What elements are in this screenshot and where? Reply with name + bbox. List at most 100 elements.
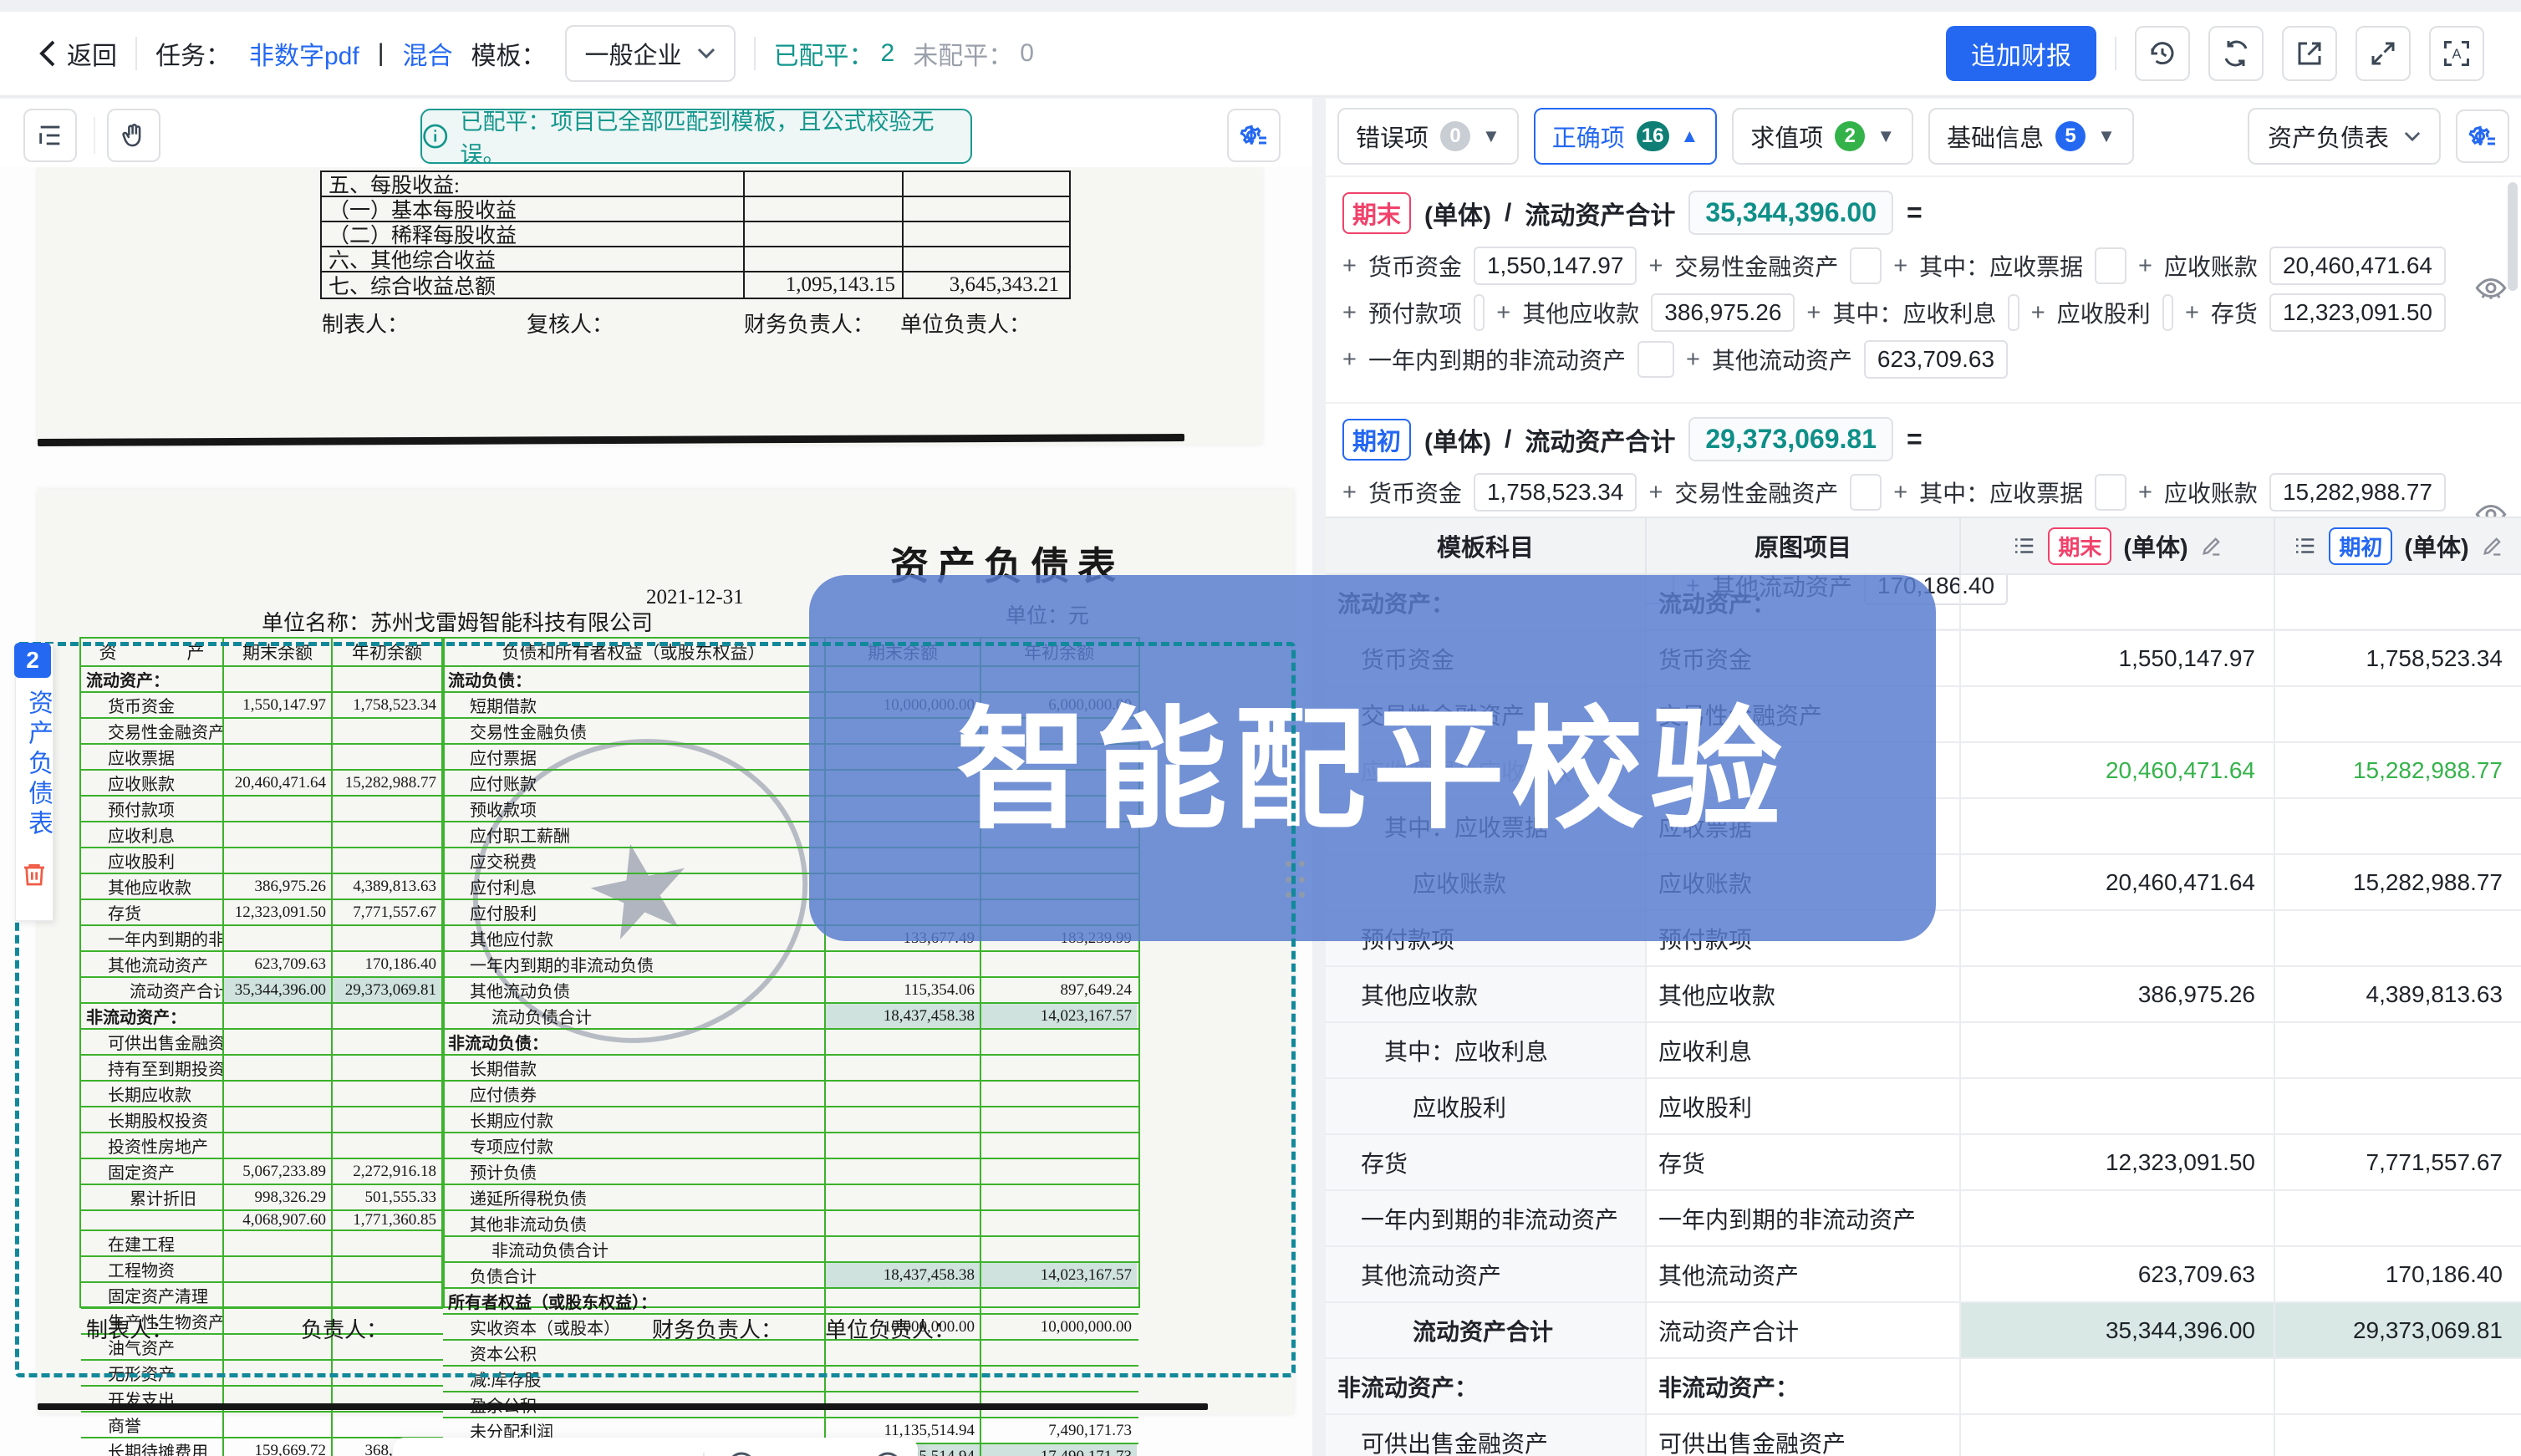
scan-row[interactable]: 负债合计18,437,458.3814,023,167.57 — [443, 1263, 1138, 1289]
scan-row[interactable]: 其他流动资产623,709.63170,186.40 — [81, 952, 443, 978]
scan-row[interactable]: 长期应付款 — [443, 1107, 1138, 1133]
scan-row[interactable]: 应交税费 — [443, 848, 1138, 874]
term-empty-value[interactable] — [2095, 474, 2126, 511]
term-value[interactable]: 12,323,091.50 — [2269, 293, 2446, 332]
list-icon[interactable] — [2292, 533, 2317, 558]
scan-row[interactable]: 持有至到期投资 — [81, 1056, 443, 1082]
text-recognition-button[interactable]: A — [2429, 26, 2484, 81]
scan-row[interactable]: 预收款项 — [443, 797, 1138, 822]
scan-row[interactable]: 减:库存股 — [443, 1367, 1138, 1392]
term-empty-value[interactable] — [1850, 247, 1882, 284]
table-row[interactable]: 应收票据及应收账款20,460,471.6415,282,988.77 — [1326, 743, 2521, 799]
table-row[interactable]: 其中：应收利息应收利息 — [1326, 1023, 2521, 1079]
selection-drag-handle[interactable] — [1286, 861, 1307, 903]
filter-button-基础信息[interactable]: 基础信息5▼ — [1928, 108, 2134, 165]
scan-row[interactable]: 长期应收款 — [81, 1082, 443, 1107]
scan-row[interactable]: 无形资产 — [81, 1361, 443, 1387]
rules-settings-button[interactable] — [2456, 109, 2509, 163]
sheet-select[interactable]: 资产负债表 — [2248, 108, 2441, 165]
filter-button-正确项[interactable]: 正确项16▲ — [1534, 108, 1718, 165]
term-value[interactable]: 1,550,147.97 — [1474, 247, 1637, 285]
scan-row[interactable]: 流动负债： — [443, 667, 1138, 693]
scan-row[interactable]: 预付款项 — [81, 797, 443, 822]
table-row[interactable]: 应收账款应收账款20,460,471.6415,282,988.77 — [1326, 855, 2521, 911]
table-row[interactable]: 预付款项预付款项 — [1326, 911, 2521, 967]
scan-row[interactable]: 工程物资 — [81, 1257, 443, 1283]
scan-row[interactable]: 非流动负债合计 — [443, 1237, 1138, 1263]
export-button[interactable] — [2282, 26, 2337, 81]
scan-row[interactable]: 流动资产： — [81, 667, 443, 693]
table-row[interactable]: 流动资产：流动资产： — [1326, 575, 2521, 631]
scan-row[interactable]: 应付账款 — [443, 771, 1138, 797]
structure-tool-button[interactable] — [23, 109, 77, 162]
scan-row[interactable]: 其他应收款386,975.264,389,813.63 — [81, 874, 443, 900]
scan-row[interactable]: 应付债券 — [443, 1082, 1138, 1107]
history-button[interactable] — [2135, 26, 2190, 81]
scan-row[interactable]: 可供出售金融资产 — [81, 1030, 443, 1056]
table-row[interactable]: 存货存货12,323,091.507,771,557.67 — [1326, 1135, 2521, 1191]
table-row[interactable]: 非流动资产：非流动资产： — [1326, 1359, 2521, 1415]
zoom-in-button[interactable] — [871, 1449, 904, 1456]
term-empty-value[interactable] — [2095, 247, 2126, 284]
last-page-button[interactable] — [658, 1453, 683, 1456]
scan-row[interactable]: 应收利息 — [81, 822, 443, 848]
table-row[interactable]: 交易性金融资产交易性金融资产 — [1326, 687, 2521, 743]
term-empty-value[interactable] — [2162, 294, 2173, 331]
formula-total-value[interactable]: 35,344,396.00 — [1688, 191, 1893, 235]
scan-row[interactable]: 长期借款 — [443, 1056, 1138, 1082]
scan-row[interactable]: 流动负债合计18,437,458.3814,023,167.57 — [443, 1004, 1138, 1030]
scan-row[interactable]: 长期待摊费用159,669.72368,908.64 — [81, 1438, 443, 1456]
term-empty-value[interactable] — [1474, 294, 1485, 331]
first-page-button[interactable] — [406, 1453, 431, 1456]
scan-row[interactable]: 应付利息 — [443, 874, 1138, 900]
scan-row[interactable]: 交易性金融资产 — [81, 719, 443, 745]
scan-row[interactable]: 应付股利 — [443, 900, 1138, 926]
template-select[interactable]: 一般企业 — [565, 25, 736, 82]
scan-row[interactable]: 应付职工薪酬 — [443, 822, 1138, 848]
fullscreen-button[interactable] — [2355, 26, 2411, 81]
task-name-link[interactable]: 非数字pdf — [249, 35, 359, 72]
task-type-link[interactable]: 混合 — [403, 35, 453, 72]
scan-row[interactable]: 长期股权投资 — [81, 1107, 443, 1133]
prev-page-button[interactable] — [451, 1453, 476, 1456]
scan-row[interactable]: 交易性金融负债 — [443, 719, 1138, 745]
formula-total-value[interactable]: 29,373,069.81 — [1688, 417, 1893, 461]
scan-row[interactable]: 商誉 — [81, 1413, 443, 1438]
next-page-button[interactable] — [613, 1453, 638, 1456]
filter-button-求值项[interactable]: 求值项2▼ — [1732, 108, 1913, 165]
table-row[interactable]: 货币资金货币资金1,550,147.971,758,523.34 — [1326, 631, 2521, 687]
scan-row[interactable]: 应收账款20,460,471.6415,282,988.77 — [81, 771, 443, 797]
scan-row[interactable]: 应收票据 — [81, 745, 443, 771]
scan-row[interactable]: 所有者权益（或股东权益）： — [443, 1289, 1138, 1315]
formula-settings-button[interactable] — [1227, 109, 1281, 162]
table-row[interactable]: 其他流动资产其他流动资产623,709.63170,186.40 — [1326, 1247, 2521, 1303]
refresh-button[interactable] — [2208, 26, 2264, 81]
pencil-icon[interactable] — [2481, 534, 2504, 557]
page-side-tab[interactable]: 2 资产负债表 — [15, 644, 53, 921]
term-value[interactable]: 20,460,471.64 — [2269, 247, 2446, 285]
table-row[interactable]: 应收股利应收股利 — [1326, 1079, 2521, 1135]
scan-row[interactable]: 非流动资产： — [81, 1004, 443, 1030]
term-empty-value[interactable] — [2008, 294, 2019, 331]
scan-row[interactable]: 4,068,907.601,771,360.85 — [81, 1211, 443, 1231]
scan-row[interactable]: 流动资产合计35,344,396.0029,373,069.81 — [81, 978, 443, 1004]
vertical-scrollbar-thumb[interactable] — [2508, 182, 2518, 291]
eye-icon[interactable] — [2474, 271, 2508, 308]
scan-row[interactable]: 应付票据 — [443, 745, 1138, 771]
scan-row[interactable]: 投资性房地产 — [81, 1133, 443, 1159]
scan-row[interactable]: 在建工程 — [81, 1231, 443, 1257]
scan-row[interactable]: 一年内到期的非流动负债 — [443, 952, 1138, 978]
scan-row[interactable]: 应收股利 — [81, 848, 443, 874]
scan-row[interactable]: 专项应付款 — [443, 1133, 1138, 1159]
term-value[interactable]: 1,758,523.34 — [1474, 473, 1637, 512]
scan-row[interactable]: 预计负债 — [443, 1159, 1138, 1185]
scan-row[interactable]: 累计折旧998,326.29501,555.33 — [81, 1185, 443, 1211]
scan-row[interactable]: 资本公积 — [443, 1341, 1138, 1367]
table-row[interactable]: 一年内到期的非流动资产一年内到期的非流动资产 — [1326, 1191, 2521, 1247]
term-empty-value[interactable] — [1850, 474, 1882, 511]
scan-row[interactable]: 非流动负债： — [443, 1030, 1138, 1056]
scan-row[interactable]: 存货12,323,091.507,771,557.67 — [81, 900, 443, 926]
scan-row[interactable]: 实收资本（或股本）10,000,000.0010,000,000.00 — [443, 1315, 1138, 1341]
back-button[interactable]: 返回 — [37, 35, 117, 72]
table-row[interactable]: 可供出售金融资产可供出售金融资产 — [1326, 1415, 2521, 1456]
